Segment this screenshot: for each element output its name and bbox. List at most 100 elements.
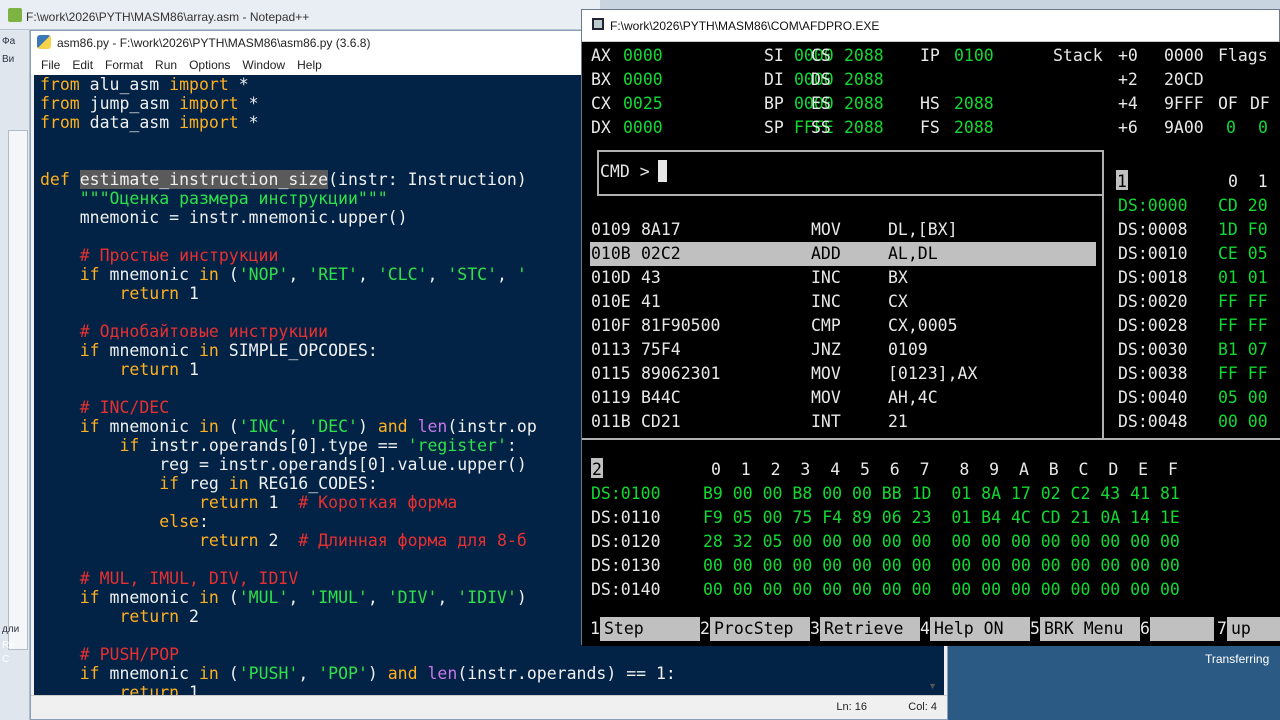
menu-window[interactable]: Window — [242, 55, 293, 75]
afdpro-titlebar[interactable]: F:\work\2026\PYTH\MASM86\COM\AFDPRO.EXE — [582, 10, 1279, 42]
function-key-number: 5 — [1030, 619, 1040, 638]
disasm-op: INC — [811, 292, 841, 311]
function-key-bar: 1 Step 2 ProcStep 3 Retrieve 4 Help ON 5 BRK Men… — [590, 617, 1280, 641]
command-box[interactable] — [597, 150, 1102, 196]
register-value: 2088 — [954, 94, 994, 113]
function-key-5-button[interactable]: BRK Menu — [1040, 617, 1140, 641]
menu-file[interactable]: File — [41, 55, 68, 75]
disasm-addr: 0119 — [591, 388, 631, 407]
register-value: 0000 — [623, 70, 663, 89]
stack-value: 9A00 — [1164, 118, 1204, 137]
memory-address: DS:0018 — [1118, 268, 1188, 287]
afdpro-console-window: F:\work\2026\PYTH\MASM86\COM\AFDPRO.EXE … — [581, 9, 1280, 646]
disasm-args: CX — [888, 292, 908, 311]
disasm-args: AL,DL — [888, 244, 938, 263]
flag-value: 0 — [1226, 118, 1236, 137]
memory-address: DS:0028 — [1118, 316, 1188, 335]
register-value: 2088 — [844, 94, 884, 113]
disasm-bytes: CD21 — [641, 412, 681, 431]
memory-bytes: B1 07 — [1218, 340, 1268, 359]
memory-bytes: CD 20 — [1218, 196, 1268, 215]
memory-bytes: 28 32 05 00 00 00 00 00 00 00 00 00 00 0… — [703, 532, 1180, 551]
disasm-bytes: 75F4 — [641, 340, 681, 359]
code-line: if mnemonic in ('PUSH', 'POP') and len(i… — [79, 664, 676, 683]
register-value: 0000 — [623, 46, 663, 65]
background-scrollbar[interactable] — [8, 130, 28, 650]
panel-1-id: 1 — [1117, 172, 1127, 191]
register-value: 2088 — [954, 118, 994, 137]
disasm-args: 21 — [888, 412, 908, 431]
memory-bytes: 01 01 — [1218, 268, 1268, 287]
memory-bytes: 05 00 — [1218, 388, 1268, 407]
disasm-args: [0123],AX — [888, 364, 978, 383]
notepad-app-icon — [8, 8, 22, 22]
menu-options[interactable]: Options — [189, 55, 238, 75]
stack-offset: +6 — [1118, 118, 1138, 137]
text-cursor — [658, 160, 667, 182]
memory-address: DS:0140 — [591, 580, 661, 599]
stack-value: 20CD — [1164, 70, 1204, 89]
function-key-1-button[interactable]: Step — [600, 617, 700, 641]
register-name: ES — [811, 94, 831, 113]
disasm-bytes: 02C2 — [641, 244, 681, 263]
register-name: FS — [920, 118, 940, 137]
register-value: 2088 — [844, 118, 884, 137]
memory-address: DS:0000 — [1118, 196, 1188, 215]
panel-divider-vertical — [1102, 150, 1104, 438]
code-line: # PUSH/POP — [79, 645, 180, 664]
stack-offset: +2 — [1118, 70, 1138, 89]
stack-label: Stack — [1053, 46, 1103, 65]
function-key-3-button[interactable]: Retrieve — [820, 617, 920, 641]
disasm-addr: 010B — [591, 244, 631, 263]
notepad-window-title: F:\work\2026\PYTH\MASM86\array.asm - Not… — [26, 10, 310, 24]
memory-address: DS:0040 — [1118, 388, 1188, 407]
function-key-4-button[interactable]: Help ON — [930, 617, 1030, 641]
register-name: SS — [811, 118, 831, 137]
menu-edit[interactable]: Edit — [72, 55, 101, 75]
menu-help[interactable]: Help — [297, 55, 330, 75]
flag-name: OF — [1218, 94, 1238, 113]
memory-bytes: 1D F0 — [1218, 220, 1268, 239]
memory-address: DS:0120 — [591, 532, 661, 551]
idle-window-title: asm86.py - F:\work\2026\PYTH\MASM86\asm8… — [57, 36, 371, 50]
memory-bytes: CE 05 — [1218, 244, 1268, 263]
disasm-args: AH,4C — [888, 388, 938, 407]
stack-offset: +0 — [1118, 46, 1138, 65]
function-key-2-button[interactable]: ProcStep — [710, 617, 810, 641]
memory-address: DS:0048 — [1118, 412, 1188, 431]
background-window-strip: Фа Ви дли Re C — [0, 30, 30, 720]
disasm-bytes: B44C — [641, 388, 681, 407]
disasm-op: MOV — [811, 220, 841, 239]
disasm-bytes: 81F90500 — [641, 316, 721, 335]
memory-address: DS:0010 — [1118, 244, 1188, 263]
notepad-window-titlebar[interactable]: F:\work\2026\PYTH\MASM86\array.asm - Not… — [0, 0, 600, 30]
memory-address: DS:0100 — [591, 484, 661, 503]
function-key-number: 4 — [920, 619, 930, 638]
function-key-number: 6 — [1140, 619, 1150, 638]
register-name: HS — [920, 94, 940, 113]
flags-label: Flags — [1218, 46, 1268, 65]
memory-address: DS:0130 — [591, 556, 661, 575]
register-name: AX — [591, 46, 611, 65]
register-name: BX — [591, 70, 611, 89]
register-name: SI — [764, 46, 784, 65]
function-key-7-button[interactable]: up — [1227, 617, 1280, 641]
strip-bottom-label-2: Re — [2, 640, 15, 651]
memory-bytes: FF FF — [1218, 292, 1268, 311]
register-name: IP — [920, 46, 940, 65]
flag-value: 0 — [1258, 118, 1268, 137]
disasm-bytes: 43 — [641, 268, 661, 287]
idle-statusbar: ▼ Ln: 16 Col: 4 — [31, 681, 947, 719]
register-name: CX — [591, 94, 611, 113]
menu-run[interactable]: Run — [155, 55, 185, 75]
code-line: return 1 — [119, 683, 199, 695]
scroll-down-arrow-icon[interactable]: ▼ — [928, 681, 937, 691]
register-name: SP — [764, 118, 784, 137]
disasm-op: INC — [811, 268, 841, 287]
menu-format[interactable]: Format — [105, 55, 151, 75]
memory-address: DS:0008 — [1118, 220, 1188, 239]
function-key-6-button[interactable] — [1150, 617, 1214, 641]
afdpro-screen[interactable]: AX 0000 SI 0000 CS 2088 IP 0100 BX 0000 DI 0000 DS 20… — [582, 42, 1280, 646]
disasm-addr: 0115 — [591, 364, 631, 383]
memory-bytes: FF FF — [1218, 316, 1268, 335]
